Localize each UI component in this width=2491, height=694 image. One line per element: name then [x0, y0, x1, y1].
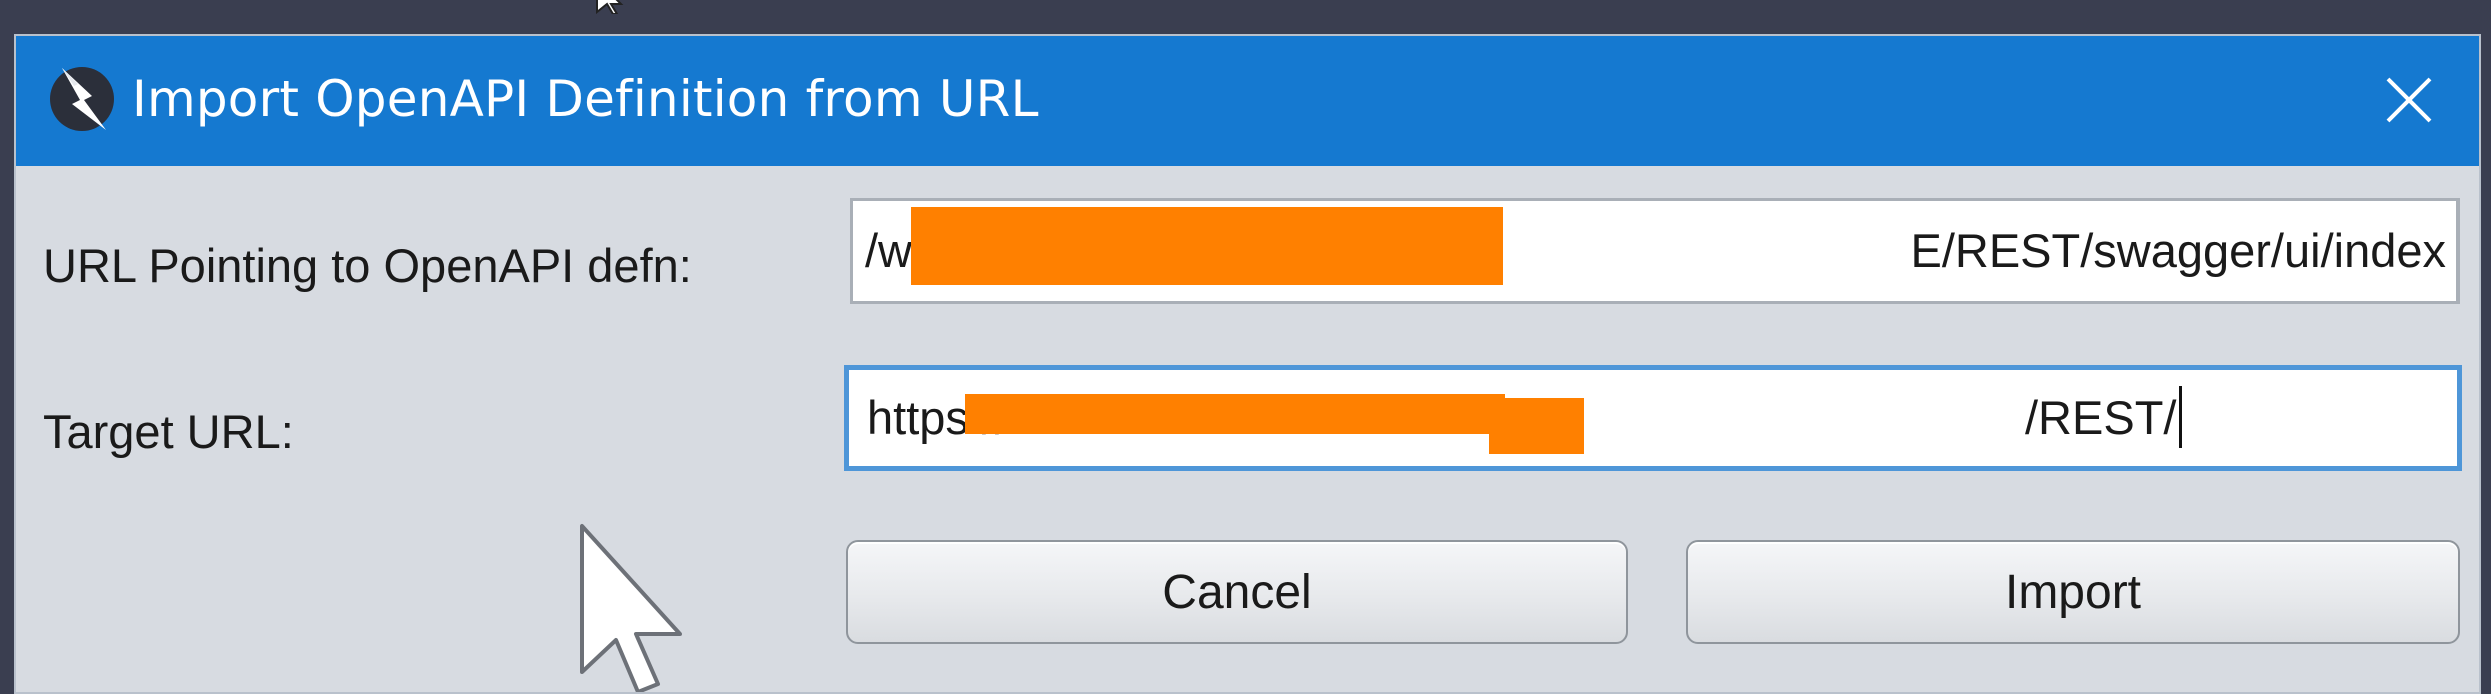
target-url-value-end: /REST/	[2025, 391, 2177, 444]
mouse-pointer-icon	[580, 524, 682, 692]
close-button[interactable]	[2359, 50, 2459, 150]
dialog-title: Import OpenAPI Definition from URL	[132, 70, 1039, 128]
target-url-input[interactable]: https:// /REST/	[844, 365, 2462, 471]
partial-cursor-icon	[596, 0, 624, 14]
lightning-bolt-app-icon	[50, 67, 114, 131]
redaction-block	[911, 207, 1503, 285]
openapi-url-label: URL Pointing to OpenAPI defn:	[43, 239, 692, 292]
import-openapi-dialog: Import OpenAPI Definition from URL URL P…	[14, 34, 2481, 694]
redaction-block	[1489, 398, 1584, 454]
cancel-button[interactable]: Cancel	[846, 540, 1628, 644]
openapi-url-value-start: /w	[865, 224, 912, 277]
close-x-icon	[2386, 77, 2432, 123]
openapi-url-value-end: E/REST/swagger/ui/index	[1910, 224, 2446, 277]
import-button[interactable]: Import	[1686, 540, 2460, 644]
openapi-url-input[interactable]: /w E/REST/swagger/ui/index	[850, 198, 2460, 304]
redaction-block	[965, 394, 1505, 434]
target-url-label: Target URL:	[43, 405, 294, 458]
text-caret	[2179, 386, 2182, 448]
dialog-titlebar[interactable]: Import OpenAPI Definition from URL	[16, 36, 2479, 166]
